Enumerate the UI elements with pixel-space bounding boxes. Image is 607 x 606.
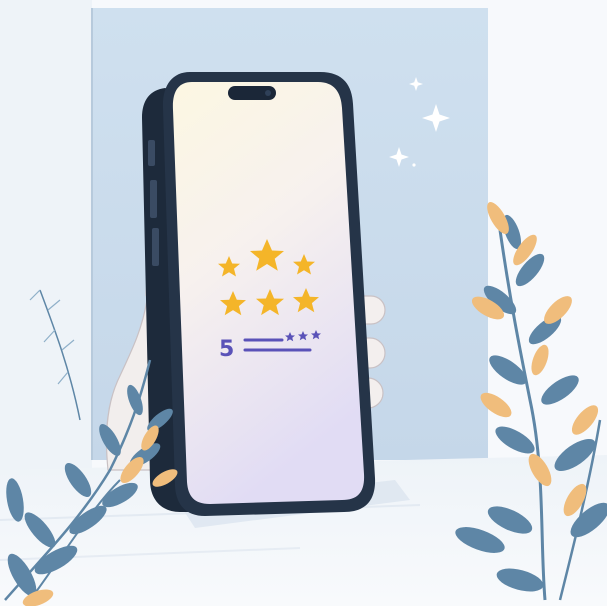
rating-number: 5 xyxy=(219,337,234,362)
illustration-scene: 5 xyxy=(0,0,607,606)
volume-down-button xyxy=(150,180,157,218)
phone xyxy=(142,72,376,516)
side-button xyxy=(152,228,159,266)
left-wall-shade xyxy=(0,0,92,470)
volume-up-button xyxy=(148,140,155,166)
illustration-svg: 5 xyxy=(0,0,607,606)
